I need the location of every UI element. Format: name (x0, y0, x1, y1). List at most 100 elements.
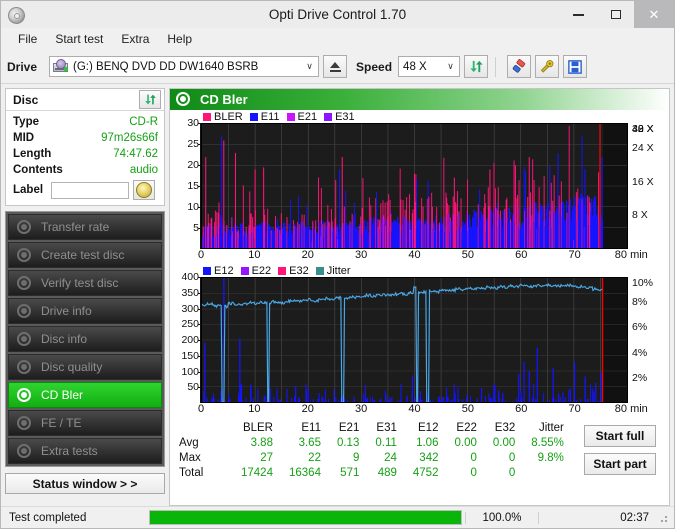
legend-label: Jitter (326, 264, 351, 277)
table-row: Avg 3.88 3.65 0.13 0.11 1.06 0.00 0.00 8… (177, 435, 570, 450)
right-tick-label: 24 X (632, 142, 654, 155)
progress-percent: 100.0% (465, 511, 538, 524)
legend-swatch (249, 112, 258, 121)
x-tick-label: 40 (408, 403, 421, 415)
cell: 17424 (241, 466, 273, 479)
disc-row-mid: MID 97m26s66f (13, 130, 158, 146)
disc-verify-icon (16, 275, 33, 292)
sidebar-item-drive-info[interactable]: Drive info (8, 298, 162, 324)
menu-item-extra[interactable]: Extra (112, 30, 158, 48)
cd-icon (136, 182, 153, 198)
start-part-button[interactable]: Start part (584, 453, 656, 475)
legend-swatch (324, 112, 333, 121)
cell: 0.13 (336, 436, 360, 449)
x-tick-label: 10 (248, 403, 261, 415)
x-tick-label: 70 (568, 403, 581, 415)
cell: 22 (308, 451, 321, 464)
resize-grip[interactable] (657, 512, 669, 524)
menu-item-help[interactable]: Help (158, 30, 201, 48)
cell (521, 465, 570, 480)
legend-label: BLER (214, 110, 243, 123)
minimize-button[interactable] (560, 1, 597, 28)
start-full-button[interactable]: Start full (584, 425, 656, 447)
disc-row-value: 74:47.62 (113, 148, 158, 160)
x-tick-label: 30 (355, 403, 368, 415)
x-tick-label: 60 (515, 403, 528, 415)
cell: 571 (340, 466, 360, 479)
col-header-jitter: Jitter (538, 421, 564, 434)
tools-button[interactable] (535, 55, 560, 78)
cell: 489 (377, 466, 397, 479)
eject-button[interactable] (323, 55, 348, 78)
status-window-button[interactable]: Status window > > (5, 473, 165, 494)
right-tick-label: 6% (632, 321, 648, 334)
speed-select[interactable]: 48 X ∨ (398, 56, 461, 77)
refresh-button[interactable] (464, 55, 489, 78)
cell: 27 (260, 451, 273, 464)
disc-label-button[interactable] (133, 180, 156, 200)
cell: 3.88 (250, 436, 273, 449)
y-tick-label: 100 (181, 365, 199, 378)
disc-refresh-button[interactable] (139, 90, 161, 109)
drive-select[interactable]: (G:) BENQ DVD DD DW1640 BSRB ∨ (49, 56, 320, 77)
x-tick-label: 30 (355, 249, 368, 261)
row-header-total: Total (179, 466, 204, 479)
disc-row-key: Length (13, 148, 52, 160)
sidebar-item-label: CD Bler (41, 388, 84, 402)
cell: 0.00 (492, 436, 516, 449)
toolbar-separator (495, 56, 497, 77)
col-header-bler: BLER (242, 421, 273, 434)
disc-properties: Type CD-R MID 97m26s66f Length 74:47.62 … (6, 111, 164, 205)
legend-swatch (240, 266, 249, 275)
bler-plot-wrap: 5 10 15 20 25 30 8 X 16 X 24 X 32 X 40 X 48 X (173, 117, 666, 249)
e12-jitter-chart: E12 E22 E32 Jitter 50 100 150 200 250 30… (173, 264, 666, 418)
x-tick-label: 40 (408, 249, 421, 261)
sidebar-item-disc-quality[interactable]: Disc quality (8, 354, 162, 380)
drive-label: Drive (7, 59, 38, 74)
sidebar-item-create-test-disc[interactable]: Create test disc (8, 242, 162, 268)
refresh-icon (144, 94, 156, 105)
sidebar-item-disc-info[interactable]: Disc info (8, 326, 162, 352)
sidebar-item-extra-tests[interactable]: Extra tests (8, 438, 162, 464)
cell: 3.65 (298, 436, 321, 449)
x-tick-label: 20 (301, 249, 314, 261)
col-header-e21: E21 (338, 421, 360, 434)
sidebar-item-transfer-rate[interactable]: Transfer rate (8, 214, 162, 240)
legend-item-e12: E12 (203, 265, 234, 277)
bler-plot[interactable] (201, 123, 628, 249)
col-header-e32: E32 (494, 421, 516, 434)
disc-label-input[interactable] (51, 181, 130, 199)
erase-disc-button[interactable] (507, 55, 532, 78)
app-icon (6, 5, 27, 26)
sidebar-item-label: Transfer rate (41, 220, 110, 234)
legend-label: E31 (335, 110, 355, 123)
legend-item-e21: E21 (286, 111, 317, 123)
y-tick-label: 350 (181, 286, 199, 299)
maximize-button[interactable] (597, 1, 634, 28)
right-tick-label: 4% (632, 346, 648, 359)
sidebar-item-verify-test-disc[interactable]: Verify test disc (8, 270, 162, 296)
disc-row-key: MID (13, 132, 35, 144)
legend-item-e22: E22 (240, 265, 271, 277)
sidebar-item-label: FE / TE (41, 416, 82, 430)
save-button[interactable] (563, 55, 588, 78)
menu-item-file[interactable]: File (9, 30, 46, 48)
x-tick-label: 10 (248, 249, 261, 261)
e12-plot[interactable] (201, 277, 628, 403)
refresh-icon (469, 60, 483, 73)
menu-item-start-test[interactable]: Start test (46, 30, 112, 48)
sidebar-item-label: Drive info (41, 304, 92, 318)
x-tick-label: 0 (197, 249, 205, 261)
e12-x-axis: 0 10 20 30 40 50 60 70 80 min (198, 403, 648, 418)
row-header-max: Max (179, 451, 201, 464)
sidebar-item-cd-bler[interactable]: CD Bler (8, 382, 162, 408)
menu-bar: File Start test Extra Help (1, 28, 674, 50)
sidebar-item-fe-te[interactable]: FE / TE (8, 410, 162, 436)
disc-row-type: Type CD-R (13, 114, 158, 130)
e12-plot-wrap: 50 100 150 200 250 300 350 400 2% 4% 6% 8% 10% (173, 271, 666, 403)
close-button[interactable]: ✕ (634, 1, 674, 28)
chevron-down-icon: ∨ (306, 61, 313, 71)
bler-plot-canvas (202, 124, 627, 248)
legend-item-e11: E11 (249, 111, 280, 123)
disc-row-value: 97m26s66f (101, 132, 158, 144)
